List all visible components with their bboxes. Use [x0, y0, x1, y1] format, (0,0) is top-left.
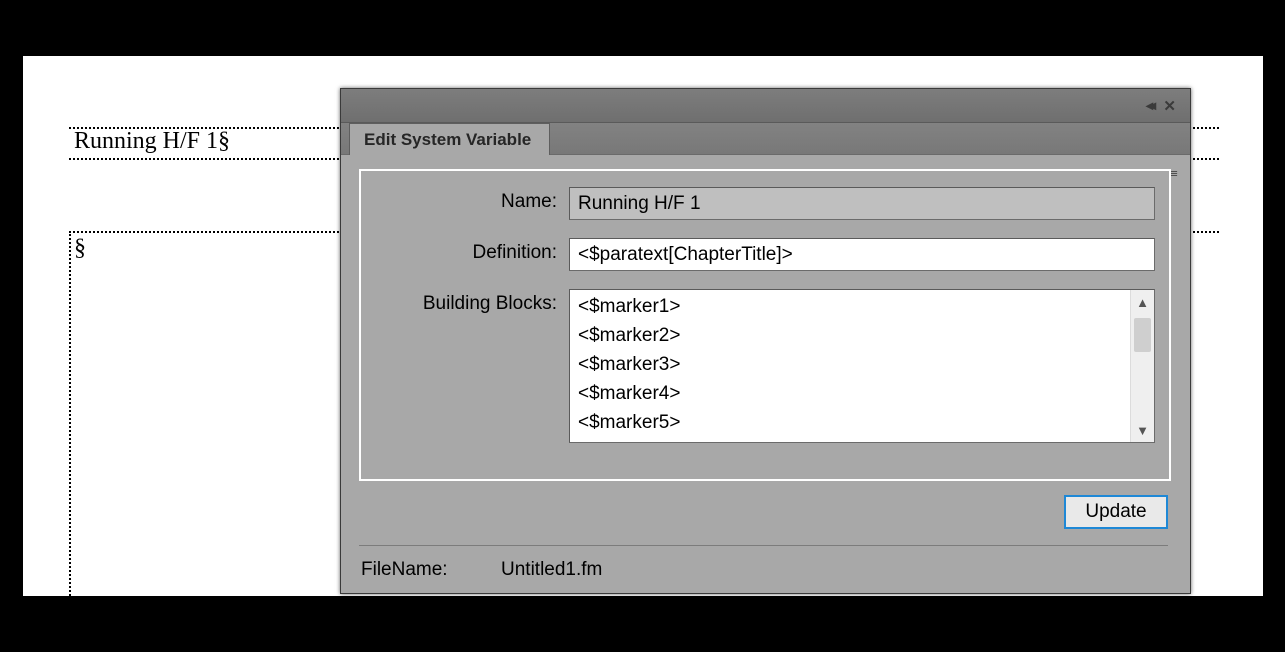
tab-edit-system-variable[interactable]: Edit System Variable: [349, 123, 550, 155]
scrollbar[interactable]: ▲ ▼: [1130, 290, 1154, 442]
building-blocks-listbox[interactable]: <$marker1> <$marker2> <$marker3> <$marke…: [569, 289, 1155, 443]
row-name: Name:: [375, 187, 1155, 220]
row-definition: Definition:: [375, 238, 1155, 271]
filename-label: FileName:: [361, 559, 501, 581]
list-item[interactable]: <$marker4>: [578, 379, 1130, 408]
footer-row: FileName: Untitled1.fm: [361, 559, 602, 581]
list-item[interactable]: <$marker3>: [578, 350, 1130, 379]
separator: [359, 545, 1168, 546]
dialog-tab-row: Edit System Variable ▾≡: [341, 123, 1190, 155]
list-item[interactable]: <$marker1>: [578, 292, 1130, 321]
scroll-down-icon[interactable]: ▼: [1131, 418, 1154, 442]
list-item[interactable]: <$marker2>: [578, 321, 1130, 350]
header-variable-text: Running H/F 1§: [74, 128, 230, 155]
label-building-blocks: Building Blocks:: [375, 289, 569, 315]
list-item[interactable]: <$marker5>: [578, 408, 1130, 437]
section-marker: §: [74, 235, 86, 262]
scroll-thumb[interactable]: [1134, 318, 1151, 352]
building-blocks-list[interactable]: <$marker1> <$marker2> <$marker3> <$marke…: [570, 290, 1130, 442]
close-icon[interactable]: ✕: [1163, 97, 1176, 115]
name-field[interactable]: [569, 187, 1155, 220]
update-button[interactable]: Update: [1064, 495, 1168, 529]
row-building-blocks: Building Blocks: <$marker1> <$marker2> <…: [375, 289, 1155, 443]
collapse-icon[interactable]: ◂◂: [1146, 97, 1152, 114]
label-name: Name:: [375, 187, 569, 213]
scroll-up-icon[interactable]: ▲: [1131, 290, 1154, 314]
filename-value: Untitled1.fm: [501, 559, 602, 581]
guide-line: [69, 231, 71, 596]
label-definition: Definition:: [375, 238, 569, 264]
dialog-titlebar[interactable]: ◂◂ ✕: [341, 89, 1190, 123]
dialog-body: Name: Definition: Building Blocks: <$mar…: [359, 169, 1171, 481]
edit-system-variable-dialog: ◂◂ ✕ Edit System Variable ▾≡ Name: Defin…: [340, 88, 1191, 594]
definition-field[interactable]: [569, 238, 1155, 271]
